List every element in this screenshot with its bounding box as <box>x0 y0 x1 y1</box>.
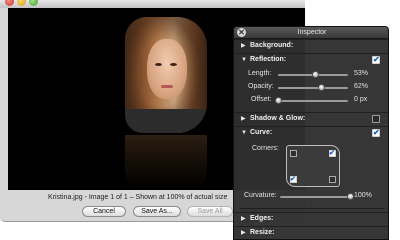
section-background[interactable]: ▶ Background: <box>234 39 388 51</box>
reflection-checkbox[interactable]: ✔ <box>372 55 380 64</box>
opacity-slider-knob[interactable] <box>317 84 325 91</box>
disclosure-collapsed-icon[interactable]: ▶ <box>241 115 246 123</box>
close-window-button[interactable] <box>5 0 14 6</box>
corners-selector: ✔ ✔ <box>286 145 340 187</box>
checkmark-icon: ✔ <box>329 150 335 157</box>
portrait-photo <box>125 17 207 133</box>
opacity-label: Opacity: <box>248 83 274 90</box>
length-slider-knob[interactable] <box>311 71 319 78</box>
curvature-slider-knob[interactable] <box>346 193 354 200</box>
offset-slider[interactable] <box>274 97 348 104</box>
disclosure-collapsed-icon[interactable]: ▶ <box>241 229 246 237</box>
shadow-glow-checkbox[interactable] <box>372 115 380 123</box>
save-all-button[interactable]: Save All <box>187 206 233 217</box>
face <box>147 39 187 99</box>
disclosure-expanded-icon[interactable]: ▼ <box>241 56 247 64</box>
section-label: Background: <box>250 42 294 49</box>
section-resize[interactable]: ▶ Resize: <box>234 226 388 238</box>
corner-bottom-left-checkbox[interactable]: ✔ <box>290 176 297 183</box>
save-as-button[interactable]: Save As... <box>133 206 181 217</box>
corner-top-left-checkbox[interactable] <box>290 150 297 157</box>
disclosure-collapsed-icon[interactable]: ▶ <box>241 215 246 223</box>
checkmark-icon: ✔ <box>373 55 380 64</box>
section-label: Curve: <box>250 129 273 136</box>
minimize-window-button[interactable] <box>17 0 26 6</box>
cancel-button[interactable]: Cancel <box>82 206 126 217</box>
opacity-value: 62% <box>354 83 369 90</box>
divider <box>240 208 384 209</box>
inspector-title: Inspector <box>297 29 327 36</box>
length-value: 53% <box>354 70 369 77</box>
length-slider[interactable] <box>278 71 348 78</box>
zoom-window-button[interactable] <box>29 0 38 6</box>
section-reflection[interactable]: ▼ Reflection: ✔ <box>234 53 388 65</box>
offset-value: 0 px <box>354 96 368 103</box>
curvature-slider[interactable] <box>280 193 354 200</box>
section-edges[interactable]: ▶ Edges: <box>234 212 388 224</box>
opacity-slider[interactable] <box>278 84 348 91</box>
disclosure-expanded-icon[interactable]: ▼ <box>241 129 247 137</box>
inspector-panel: ✕ Inspector ▶ Background: ▼ Reflection: … <box>233 26 389 240</box>
offset-label: Offset: <box>251 96 272 103</box>
disclosure-collapsed-icon[interactable]: ▶ <box>241 42 246 50</box>
checkmark-icon: ✔ <box>373 128 380 137</box>
section-label: Shadow & Glow: <box>250 115 306 122</box>
section-curve[interactable]: ▼ Curve: ✔ <box>234 126 388 138</box>
checkmark-icon: ✔ <box>290 176 296 183</box>
section-label: Edges: <box>250 215 274 222</box>
window-titlebar <box>0 0 305 8</box>
section-label: Reflection: <box>250 56 287 63</box>
corner-bottom-right-checkbox[interactable] <box>329 176 336 183</box>
offset-slider-knob[interactable] <box>274 97 282 104</box>
section-shadow-glow[interactable]: ▶ Shadow & Glow: <box>234 112 388 124</box>
section-label: Resize: <box>250 229 275 236</box>
corner-top-right-checkbox[interactable]: ✔ <box>329 150 336 157</box>
corners-label: Corners: <box>252 145 279 152</box>
length-label: Length: <box>248 70 272 77</box>
curvature-value: 100% <box>354 192 372 199</box>
inspector-titlebar: ✕ Inspector <box>234 27 388 39</box>
photo-reflection <box>125 135 207 190</box>
curve-checkbox[interactable]: ✔ <box>372 128 380 137</box>
curvature-label: Curvature: <box>244 192 277 199</box>
